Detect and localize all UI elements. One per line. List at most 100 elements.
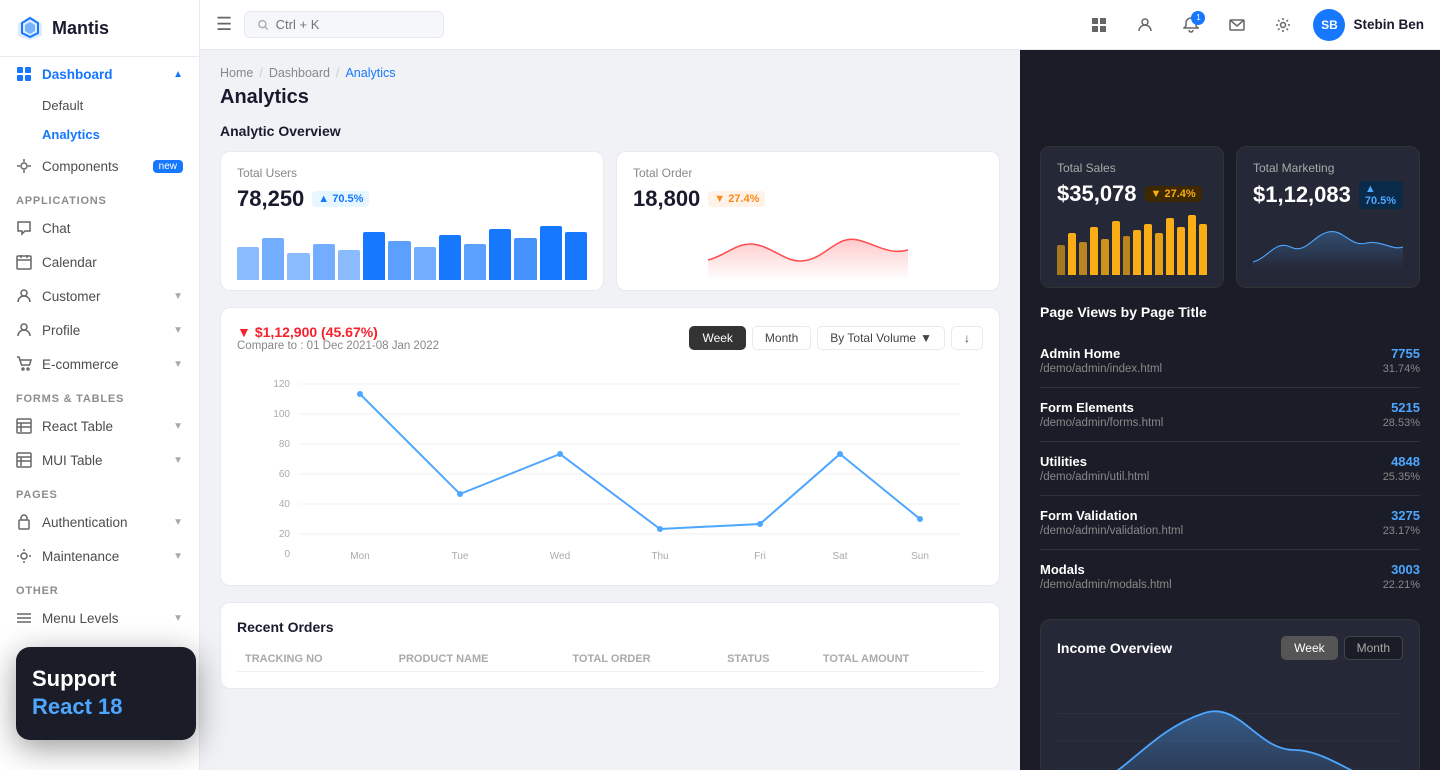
- svg-text:Sun: Sun: [911, 551, 929, 562]
- week-button[interactable]: Week: [689, 326, 745, 350]
- profile-label: Profile: [42, 323, 80, 338]
- mui-table-chevron: ▼: [173, 455, 183, 466]
- sidebar-item-profile[interactable]: Profile ▼: [0, 313, 199, 347]
- sidebar-item-analytics[interactable]: Analytics: [42, 120, 199, 149]
- sidebar-logo[interactable]: Mantis: [0, 0, 199, 57]
- mail-icon: [1229, 17, 1245, 33]
- ecommerce-label: E-commerce: [42, 357, 119, 372]
- react-table-label: React Table: [42, 419, 113, 434]
- total-users-number: 78,250: [237, 186, 304, 212]
- search-input[interactable]: [276, 17, 431, 32]
- svg-text:Sat: Sat: [832, 551, 847, 562]
- right-panel: Total Sales $35,078 ▼ 27.4%: [1020, 50, 1440, 770]
- svg-text:40: 40: [279, 499, 291, 510]
- total-order-chart: [633, 220, 983, 280]
- sidebar-item-calendar[interactable]: Calendar: [0, 245, 199, 279]
- sidebar-item-authentication[interactable]: Authentication ▼: [0, 505, 199, 539]
- customer-chevron: ▼: [173, 291, 183, 302]
- breadcrumb-dashboard[interactable]: Dashboard: [269, 66, 330, 80]
- profile-chevron: ▼: [173, 325, 183, 336]
- svg-text:Tue: Tue: [452, 551, 469, 562]
- pv-count-1: 7755: [1391, 346, 1420, 361]
- svg-text:Thu: Thu: [651, 551, 668, 562]
- pv-title-2: Form Elements: [1040, 400, 1134, 415]
- sidebar-item-customer[interactable]: Customer ▼: [0, 279, 199, 313]
- pv-url-5: /demo/admin/modals.html: [1040, 579, 1172, 591]
- download-button[interactable]: ↓: [951, 326, 983, 350]
- grid-icon: [1091, 17, 1107, 33]
- total-order-number: 18,800: [633, 186, 700, 212]
- support-line2: React 18: [32, 694, 123, 719]
- menu-toggle-button[interactable]: ☰: [216, 14, 232, 35]
- sidebar-item-maintenance[interactable]: Maintenance ▼: [0, 539, 199, 573]
- income-overview-section: ▼ $1,12,900 (45.67%) Compare to : 01 Dec…: [220, 307, 1000, 586]
- total-marketing-value: $1,12,083 ▲ 70.5%: [1253, 181, 1403, 209]
- dark-month-button[interactable]: Month: [1344, 636, 1403, 660]
- col-total-order: TOTAL ORDER: [564, 647, 719, 672]
- calendar-label: Calendar: [42, 255, 97, 270]
- pv-title-5: Modals: [1040, 562, 1085, 577]
- menu-levels-chevron: ▼: [173, 613, 183, 624]
- sidebar-item-react-table[interactable]: React Table ▼: [0, 409, 199, 443]
- pv-count-5: 3003: [1391, 562, 1420, 577]
- total-users-label: Total Users: [237, 166, 587, 180]
- sidebar-item-mui-table[interactable]: MUI Table ▼: [0, 443, 199, 477]
- pv-pct-5: 22.21%: [1383, 579, 1420, 591]
- sidebar-item-components[interactable]: Components new: [0, 149, 199, 183]
- sidebar-item-ecommerce[interactable]: E-commerce ▼: [0, 347, 199, 381]
- marketing-area-chart: [1253, 217, 1403, 277]
- dark-week-button[interactable]: Week: [1281, 636, 1337, 660]
- notification-button[interactable]: 1: [1175, 9, 1207, 41]
- pv-count-2: 5215: [1391, 400, 1420, 415]
- sidebar-item-default[interactable]: Default: [42, 91, 199, 120]
- sidebar-item-chat[interactable]: Chat: [0, 211, 199, 245]
- stat-card-total-sales: Total Sales $35,078 ▼ 27.4%: [1040, 146, 1224, 288]
- maintenance-icon: [16, 548, 32, 564]
- support-toast[interactable]: Support React 18: [16, 647, 196, 740]
- support-toast-text: Support React 18: [32, 665, 180, 722]
- income-compare: Compare to : 01 Dec 2021-08 Jan 2022: [237, 340, 439, 352]
- stat-card-total-users: Total Users 78,250 ▲ 70.5%: [220, 151, 604, 291]
- ecommerce-chevron: ▼: [173, 359, 183, 370]
- total-order-badge: ▼ 27.4%: [708, 191, 765, 207]
- total-users-badge: ▲ 70.5%: [312, 191, 369, 207]
- total-order-value: 18,800 ▼ 27.4%: [633, 186, 983, 212]
- calendar-icon: [16, 254, 32, 270]
- page-view-item-1: Admin Home 7755 /demo/admin/index.html 3…: [1040, 334, 1420, 388]
- user-menu[interactable]: SB Stebin Ben: [1313, 9, 1424, 41]
- analytic-overview-title: Analytic Overview: [220, 123, 1000, 139]
- forms-tables-section: Forms & Tables: [0, 381, 199, 409]
- left-panel: Home / Dashboard / Analytics Analytics A…: [200, 50, 1020, 770]
- volume-button[interactable]: By Total Volume ▼: [817, 326, 945, 350]
- breadcrumb-home[interactable]: Home: [220, 66, 253, 80]
- month-button[interactable]: Month: [752, 326, 811, 350]
- total-users-value: 78,250 ▲ 70.5%: [237, 186, 587, 212]
- svg-text:Mon: Mon: [350, 551, 369, 562]
- grid-view-button[interactable]: [1083, 9, 1115, 41]
- page-view-item-4: Form Validation 3275 /demo/admin/validat…: [1040, 496, 1420, 550]
- settings-button[interactable]: [1267, 9, 1299, 41]
- sidebar-item-dashboard[interactable]: Dashboard ▲: [0, 57, 199, 91]
- mui-table-icon: [16, 452, 32, 468]
- user-profile-button[interactable]: [1129, 9, 1161, 41]
- total-sales-chart: [1057, 215, 1207, 275]
- sales-bar-chart: [1057, 215, 1207, 275]
- recent-orders-title: Recent Orders: [237, 619, 983, 635]
- breadcrumb-sep2: /: [336, 66, 339, 80]
- page-view-item-2: Form Elements 5215 /demo/admin/forms.htm…: [1040, 388, 1420, 442]
- split-layout: Home / Dashboard / Analytics Analytics A…: [200, 50, 1440, 770]
- topbar-search-box[interactable]: [244, 11, 444, 38]
- total-sales-label: Total Sales: [1057, 161, 1207, 175]
- dark-income-title: Income Overview: [1057, 640, 1172, 656]
- svg-text:Fri: Fri: [754, 551, 766, 562]
- dark-income-section: Income Overview Week Month: [1040, 619, 1420, 770]
- recent-orders-section: Recent Orders TRACKING NO PRODUCT NAME T…: [220, 602, 1000, 689]
- col-total-amount: TOTAL AMOUNT: [815, 647, 983, 672]
- col-product: PRODUCT NAME: [391, 647, 565, 672]
- total-sales-badge: ▼ 27.4%: [1145, 186, 1202, 202]
- sidebar-item-menu-levels[interactable]: Menu Levels ▼: [0, 601, 199, 635]
- pv-url-4: /demo/admin/validation.html: [1040, 525, 1183, 537]
- mail-button[interactable]: [1221, 9, 1253, 41]
- notification-badge: 1: [1191, 11, 1205, 25]
- stat-card-total-marketing: Total Marketing $1,12,083 ▲ 70.5%: [1236, 146, 1420, 288]
